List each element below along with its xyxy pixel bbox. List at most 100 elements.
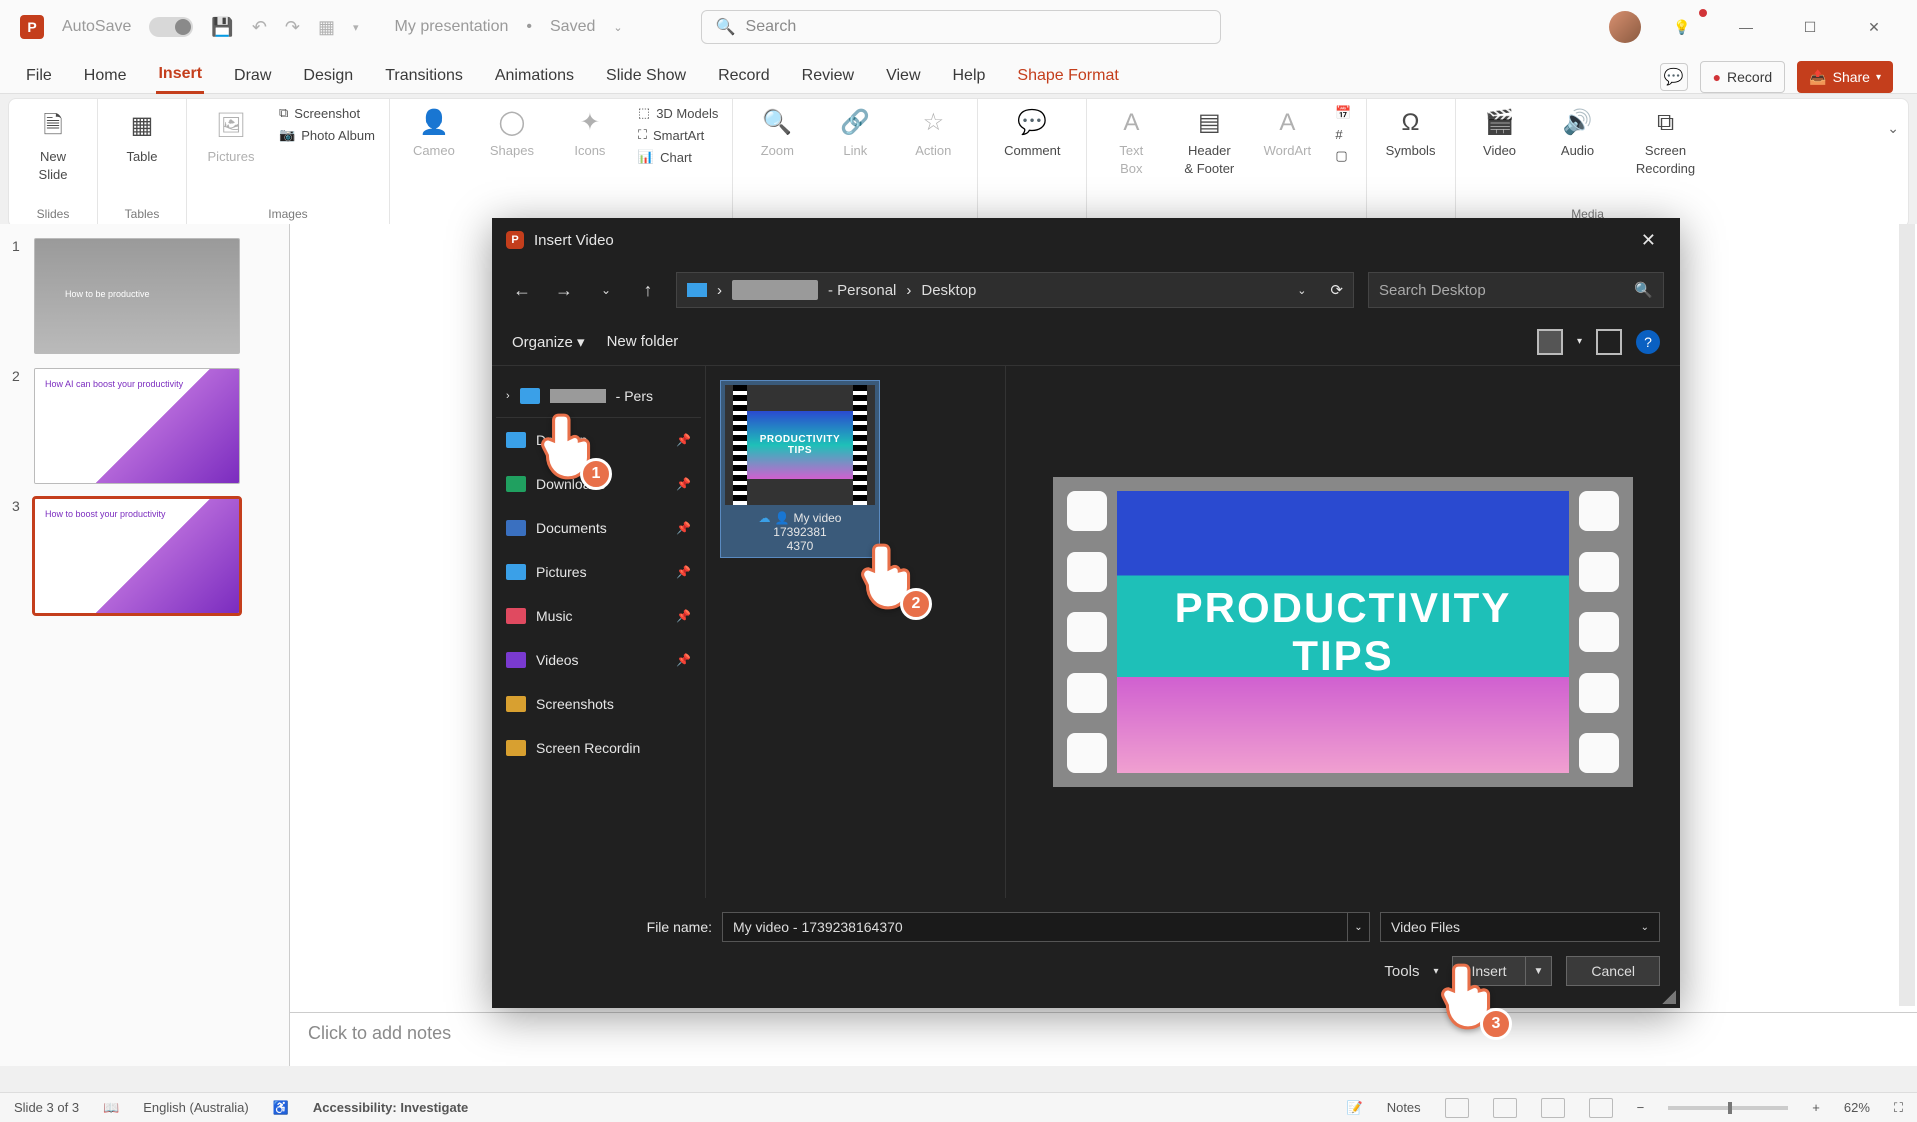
- link-button[interactable]: 🔗Link: [825, 105, 885, 159]
- tab-design[interactable]: Design: [301, 61, 355, 93]
- zoom-button[interactable]: 🔍Zoom: [747, 105, 807, 159]
- slide-counter[interactable]: Slide 3 of 3: [14, 1100, 79, 1115]
- docname-dropdown-icon[interactable]: ⌄: [613, 21, 622, 34]
- present-icon[interactable]: ▦: [318, 17, 335, 38]
- filename-dropdown-icon[interactable]: ⌄: [1348, 912, 1370, 942]
- 3d-models-button[interactable]: ⬚3D Models: [638, 105, 718, 121]
- tab-help[interactable]: Help: [951, 61, 988, 93]
- autosave-toggle[interactable]: [149, 17, 193, 37]
- object-icon[interactable]: ▢: [1335, 148, 1351, 164]
- smartart-button[interactable]: ⛶SmartArt: [638, 127, 718, 143]
- action-button[interactable]: ☆Action: [903, 105, 963, 159]
- fit-to-window-button[interactable]: ⛶: [1894, 1100, 1903, 1116]
- pictures-button[interactable]: 🖼 Pictures: [201, 105, 261, 165]
- pin-icon[interactable]: 📌: [676, 565, 691, 579]
- pin-icon[interactable]: 📌: [676, 433, 691, 447]
- view-mode-button[interactable]: [1537, 329, 1563, 355]
- up-button[interactable]: ↑: [634, 276, 662, 304]
- record-button[interactable]: ●Record: [1700, 61, 1786, 93]
- normal-view-button[interactable]: [1445, 1098, 1469, 1118]
- tab-view[interactable]: View: [884, 61, 922, 93]
- pin-icon[interactable]: 📌: [676, 609, 691, 623]
- notes-pane[interactable]: Click to add notes: [290, 1012, 1917, 1066]
- resize-grip[interactable]: [1662, 990, 1676, 1004]
- breadcrumb-bar[interactable]: › - Personal › Desktop ⌄ ⟳: [676, 272, 1354, 308]
- shapes-button[interactable]: ◯Shapes: [482, 105, 542, 159]
- slide-thumbnail-2[interactable]: How AI can boost your productivity: [34, 368, 240, 484]
- photo-album-button[interactable]: 📷Photo Album: [279, 127, 375, 143]
- nav-tree[interactable]: › - Pers Desktop📌Downloads📌Documents📌Pic…: [492, 366, 706, 898]
- close-button[interactable]: ✕: [1851, 11, 1897, 43]
- table-button[interactable]: ▦ Table: [112, 105, 172, 165]
- share-button[interactable]: 📤Share▾: [1797, 61, 1893, 93]
- help-button[interactable]: ?: [1636, 330, 1660, 354]
- tree-item-videos[interactable]: Videos📌: [496, 638, 701, 682]
- tab-transitions[interactable]: Transitions: [383, 61, 465, 93]
- organize-dropdown[interactable]: Organize ▾: [512, 333, 585, 351]
- insert-button[interactable]: Insert▼: [1452, 956, 1552, 986]
- preview-toggle-button[interactable]: [1596, 329, 1622, 355]
- pin-icon[interactable]: 📌: [676, 521, 691, 535]
- qat-dropdown-icon[interactable]: ▾: [353, 21, 359, 34]
- chart-button[interactable]: 📊Chart: [638, 149, 718, 165]
- filename-input[interactable]: [722, 912, 1348, 942]
- tab-draw[interactable]: Draw: [232, 61, 273, 93]
- breadcrumb-seg-2[interactable]: Desktop: [921, 282, 976, 299]
- video-button[interactable]: 🎬Video: [1470, 105, 1530, 159]
- slide-thumbnails-panel[interactable]: 1 How to be productive 2 How AI can boos…: [0, 224, 290, 1066]
- save-icon[interactable]: 💾: [211, 17, 233, 38]
- tree-item-documents[interactable]: Documents📌: [496, 506, 701, 550]
- maximize-button[interactable]: ☐: [1787, 11, 1833, 43]
- icons-button[interactable]: ✦Icons: [560, 105, 620, 159]
- tree-section-personal[interactable]: › - Pers: [496, 374, 701, 418]
- new-slide-button[interactable]: 🗎 New Slide: [23, 105, 83, 182]
- audio-button[interactable]: 🔊Audio: [1548, 105, 1608, 159]
- language-label[interactable]: English (Australia): [143, 1100, 249, 1115]
- breadcrumb-dropdown-icon[interactable]: ⌄: [1297, 284, 1306, 297]
- slideshow-view-button[interactable]: [1589, 1098, 1613, 1118]
- text-box-button[interactable]: ATextBox: [1101, 105, 1161, 176]
- header-footer-button[interactable]: ▤Header& Footer: [1179, 105, 1239, 176]
- tree-item-music[interactable]: Music📌: [496, 594, 701, 638]
- tree-item-desktop[interactable]: Desktop📌: [496, 418, 701, 462]
- tab-animations[interactable]: Animations: [493, 61, 576, 93]
- comments-pane-button[interactable]: 💬: [1660, 63, 1688, 91]
- slide-thumbnail-1[interactable]: How to be productive: [34, 238, 240, 354]
- pin-icon[interactable]: 📌: [676, 653, 691, 667]
- cancel-button[interactable]: Cancel: [1566, 956, 1660, 986]
- tools-dropdown[interactable]: Tools▾: [1384, 963, 1438, 980]
- wordart-button[interactable]: AWordArt: [1257, 105, 1317, 159]
- tab-file[interactable]: File: [24, 61, 54, 93]
- tree-item-screenshots[interactable]: Screenshots: [496, 682, 701, 726]
- screenshot-button[interactable]: ⧉Screenshot: [279, 105, 375, 121]
- file-tile-my-video[interactable]: PRODUCTIVITYTIPS ☁👤My video 17392381 437…: [720, 380, 880, 558]
- spellcheck-icon[interactable]: 📖: [103, 1100, 119, 1116]
- slide-number-icon[interactable]: #: [1335, 127, 1351, 142]
- breadcrumb-seg-1[interactable]: - Personal: [828, 282, 896, 299]
- forward-button[interactable]: →: [550, 276, 578, 304]
- notifications-icon[interactable]: 💡: [1659, 11, 1705, 43]
- recent-dropdown-icon[interactable]: ⌄: [592, 276, 620, 304]
- tree-item-pictures[interactable]: Pictures📌: [496, 550, 701, 594]
- accessibility-label[interactable]: Accessibility: Investigate: [313, 1100, 468, 1115]
- slide-thumbnail-3[interactable]: How to boost your productivity: [34, 498, 240, 614]
- minimize-button[interactable]: —: [1723, 11, 1769, 43]
- symbols-button[interactable]: ΩSymbols: [1381, 105, 1441, 159]
- tab-review[interactable]: Review: [800, 61, 856, 93]
- comment-button[interactable]: 💬Comment: [992, 105, 1072, 159]
- dialog-close-button[interactable]: ✕: [1631, 226, 1666, 255]
- tab-slideshow[interactable]: Slide Show: [604, 61, 688, 93]
- cameo-button[interactable]: 👤Cameo: [404, 105, 464, 159]
- tree-item-downloads[interactable]: Downloads📌: [496, 462, 701, 506]
- notes-toggle[interactable]: Notes: [1387, 1100, 1421, 1115]
- search-input[interactable]: 🔍 Search: [701, 10, 1221, 44]
- date-time-icon[interactable]: 📅: [1335, 105, 1351, 121]
- tab-shape-format[interactable]: Shape Format: [1015, 61, 1120, 93]
- vertical-scrollbar[interactable]: [1899, 224, 1915, 1006]
- refresh-button[interactable]: ⟳: [1330, 281, 1343, 299]
- tab-record[interactable]: Record: [716, 61, 772, 93]
- screen-recording-button[interactable]: ⧉ScreenRecording: [1626, 105, 1706, 176]
- collapse-ribbon-icon[interactable]: ⌄: [1887, 120, 1899, 137]
- tab-insert[interactable]: Insert: [156, 59, 204, 94]
- back-button[interactable]: ←: [508, 276, 536, 304]
